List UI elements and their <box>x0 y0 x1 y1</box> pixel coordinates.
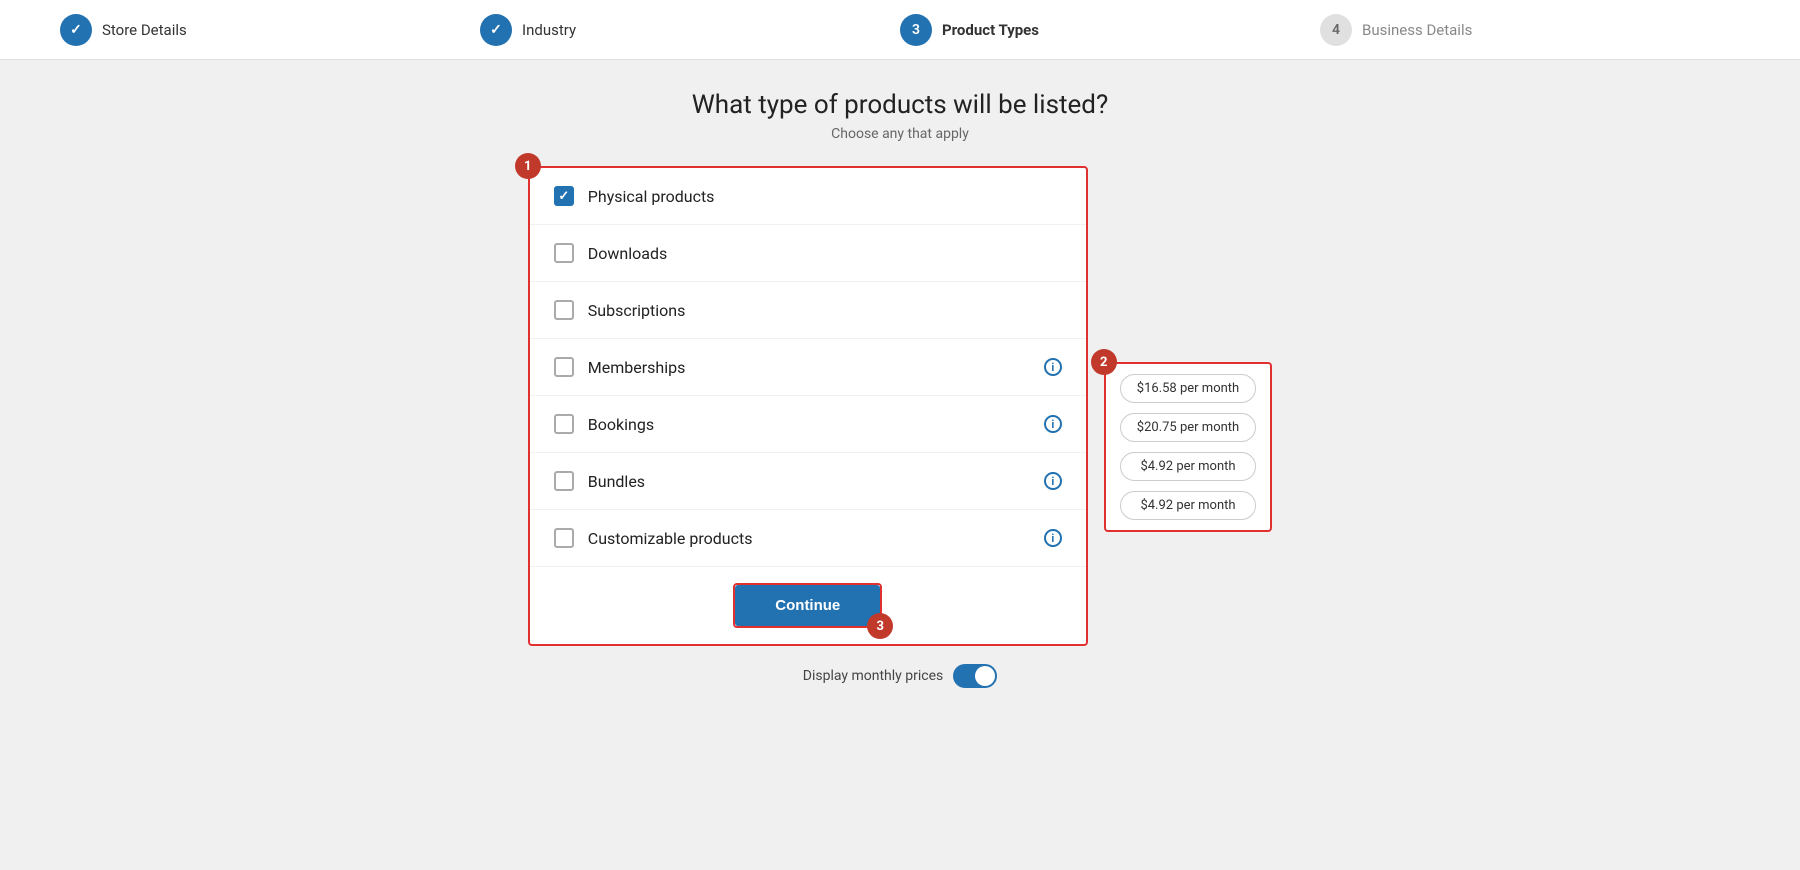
product-item-physical[interactable]: Physical products <box>530 168 1086 225</box>
step-industry[interactable]: ✓ Industry <box>480 14 900 46</box>
checkbox-subscriptions[interactable] <box>554 300 574 320</box>
product-card: Physical products Downloads Subscriptions M… <box>528 166 1088 646</box>
pricing-panel: 2 $16.58 per month $20.75 per month $4.9… <box>1104 166 1272 532</box>
price-pill-1: $16.58 per month <box>1120 374 1256 403</box>
continue-row: 3 Continue <box>530 566 1086 644</box>
product-item-memberships[interactable]: Memberships i <box>530 339 1086 396</box>
product-item-subscriptions[interactable]: Subscriptions <box>530 282 1086 339</box>
step-product-types[interactable]: 3 Product Types <box>900 14 1320 46</box>
info-icon-bookings[interactable]: i <box>1044 415 1062 433</box>
step-label-product-types: Product Types <box>942 21 1039 39</box>
product-label-memberships: Memberships <box>588 358 1030 377</box>
step-circle-industry: ✓ <box>480 14 512 46</box>
product-item-downloads[interactable]: Downloads <box>530 225 1086 282</box>
badge-3: 3 <box>867 613 893 639</box>
product-label-customizable: Customizable products <box>588 529 1030 548</box>
step-store-details[interactable]: ✓ Store Details <box>60 14 480 46</box>
step-label-store-details: Store Details <box>102 21 187 39</box>
product-item-bundles[interactable]: Bundles i <box>530 453 1086 510</box>
product-label-bookings: Bookings <box>588 415 1030 434</box>
price-pill-3: $4.92 per month <box>1120 452 1256 481</box>
product-list-inner: Physical products Downloads Subscriptions M… <box>528 166 1088 646</box>
checkbox-physical[interactable] <box>554 186 574 206</box>
product-label-subscriptions: Subscriptions <box>588 301 1062 320</box>
page-subtitle: Choose any that apply <box>831 126 969 142</box>
pricing-inner: $16.58 per month $20.75 per month $4.92 … <box>1104 362 1272 532</box>
step-circle-store-details: ✓ <box>60 14 92 46</box>
toggle-label: Display monthly prices <box>803 668 943 684</box>
main-content: What type of products will be listed? Ch… <box>0 60 1800 870</box>
info-icon-bundles[interactable]: i <box>1044 472 1062 490</box>
monthly-prices-toggle[interactable] <box>953 664 997 688</box>
step-label-industry: Industry <box>522 21 576 39</box>
info-icon-customizable[interactable]: i <box>1044 529 1062 547</box>
info-icon-memberships[interactable]: i <box>1044 358 1062 376</box>
product-item-bookings[interactable]: Bookings i <box>530 396 1086 453</box>
page-title: What type of products will be listed? <box>692 90 1109 120</box>
card-wrapper: 1 Physical productsDownloadsSubscription… <box>528 166 1272 646</box>
checkbox-memberships[interactable] <box>554 357 574 377</box>
badge-1: 1 <box>515 153 541 179</box>
checkbox-downloads[interactable] <box>554 243 574 263</box>
product-label-bundles: Bundles <box>588 472 1030 491</box>
step-circle-product-types: 3 <box>900 14 932 46</box>
step-circle-business-details: 4 <box>1320 14 1352 46</box>
continue-btn-wrapper: 3 Continue <box>733 583 882 628</box>
stepper: ✓ Store Details ✓ Industry 3 Product Types 4 Bu… <box>0 0 1800 60</box>
step-label-business-details: Business Details <box>1362 21 1472 39</box>
checkbox-bundles[interactable] <box>554 471 574 491</box>
price-pill-2: $20.75 per month <box>1120 413 1256 442</box>
product-list: Physical products Downloads Subscriptions M… <box>530 168 1086 566</box>
checkbox-customizable[interactable] <box>554 528 574 548</box>
product-label-downloads: Downloads <box>588 244 1062 263</box>
product-item-customizable[interactable]: Customizable products i <box>530 510 1086 566</box>
checkbox-bookings[interactable] <box>554 414 574 434</box>
badge-2: 2 <box>1091 349 1117 375</box>
continue-button[interactable]: Continue <box>735 585 880 626</box>
toggle-row: Display monthly prices <box>803 664 997 688</box>
step-business-details: 4 Business Details <box>1320 14 1740 46</box>
price-pill-4: $4.92 per month <box>1120 491 1256 520</box>
product-label-physical: Physical products <box>588 187 1062 206</box>
